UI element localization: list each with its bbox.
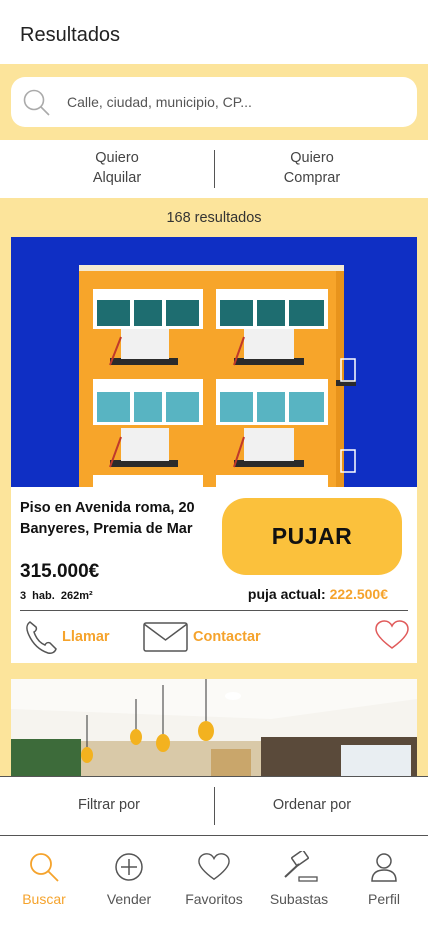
plus-circle-icon (115, 853, 143, 881)
interior-image (11, 679, 417, 776)
listing-photo[interactable] (11, 237, 417, 487)
search-icon (23, 89, 50, 116)
listing-price: 315.000€ (20, 561, 100, 582)
search-icon (30, 853, 59, 882)
card-divider (20, 610, 408, 611)
bottom-navigation: Buscar Vender Favoritos Subastas Perfil (0, 837, 428, 926)
filter-sort-bar: Filtrar por Ordenar por (0, 776, 428, 836)
building-image (11, 237, 417, 487)
current-bid-value: 222.500€ (329, 586, 388, 602)
search-input[interactable] (67, 77, 407, 127)
nav-label-favoritos: Favoritos (185, 891, 243, 907)
nav-item-subastas[interactable]: Subastas (256, 851, 342, 907)
contact-button[interactable]: Contactar (143, 619, 261, 655)
nav-item-buscar[interactable]: Buscar (1, 851, 87, 907)
buy-button[interactable]: Quiero Comprar (212, 148, 412, 188)
listing-card-2[interactable] (11, 679, 417, 776)
call-label: Llamar (62, 629, 110, 645)
page-title: Resultados (20, 24, 121, 46)
results-count: 168 resultados (166, 210, 262, 226)
bid-button[interactable]: PUJAR (222, 498, 402, 575)
results-area: 168 resultados Piso en Avenida roma, 20 … (0, 198, 428, 776)
listing-rooms: 3 hab. (20, 590, 55, 602)
heart-icon (198, 853, 230, 881)
listing-address: Piso en Avenida roma, 20 Banyeres, Premi… (20, 500, 195, 537)
phone-icon (26, 621, 57, 654)
favorite-heart-icon[interactable] (375, 620, 409, 650)
current-bid: puja actual: 222.500€ (248, 586, 388, 602)
filter-button[interactable]: Filtrar por (2, 797, 216, 813)
user-icon (371, 853, 397, 882)
search-box[interactable] (11, 77, 417, 127)
search-bar-area (0, 64, 428, 140)
nav-item-perfil[interactable]: Perfil (341, 851, 427, 907)
call-button[interactable]: Llamar (24, 619, 110, 655)
nav-label-vender: Vender (106, 891, 152, 907)
nav-item-vender[interactable]: Vender (86, 851, 172, 907)
sort-button[interactable]: Ordenar por (205, 797, 419, 813)
listing-area: 262m² (60, 590, 93, 602)
gavel-icon (284, 851, 318, 882)
rent-button[interactable]: Quiero Alquilar (17, 148, 217, 188)
mail-icon (143, 622, 188, 652)
contact-label: Contactar (193, 629, 261, 645)
app-header: Resultados (0, 0, 428, 64)
nav-label-subastas: Subastas (269, 891, 329, 907)
nav-item-favoritos[interactable]: Favoritos (171, 851, 257, 907)
current-bid-label: puja actual: (247, 586, 326, 602)
listing-card[interactable]: Piso en Avenida roma, 20 Banyeres, Premi… (11, 237, 417, 663)
mode-switch: Quiero Alquilar Quiero Comprar (0, 140, 428, 198)
nav-label-buscar: Buscar (22, 891, 66, 907)
nav-label-perfil: Perfil (368, 891, 400, 907)
listing-specs: 3 hab. 262m² (20, 590, 93, 602)
